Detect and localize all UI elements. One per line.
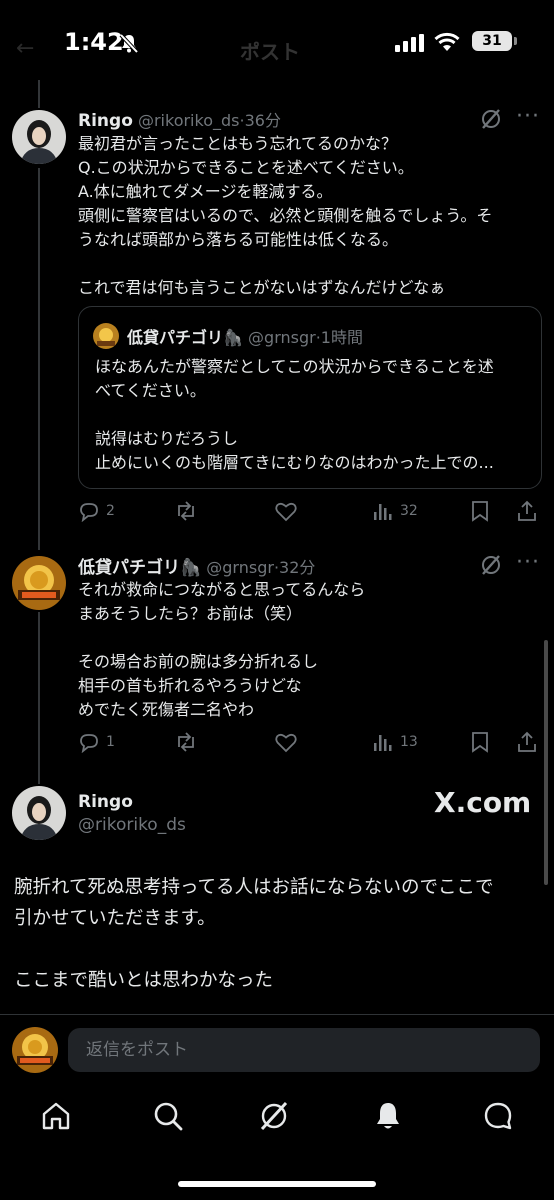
post-time: 32分 [279,558,316,577]
reply-icon [80,734,98,753]
like-button[interactable] [274,731,298,753]
author-name[interactable]: Ringo [78,111,133,131]
status-time: 1:42 [64,28,124,56]
quote-author-name: 低貸パチゴリ🦍 [127,328,243,347]
repost-button[interactable] [174,500,198,522]
share-button[interactable] [516,731,538,753]
messages-icon[interactable] [482,1100,514,1136]
share-button[interactable] [516,500,538,522]
analytics-icon [374,504,392,520]
repost-button[interactable] [174,731,198,753]
views-button[interactable]: 32 [372,500,418,522]
divider [0,1014,554,1015]
quote-text: ほなあんたが警察だとしてこの状況からできることを述 べてください。 説得はむりだ… [95,357,494,472]
search-icon[interactable] [152,1100,184,1136]
views-button[interactable]: 13 [372,731,418,753]
view-count: 13 [400,734,418,750]
grok-nav-icon[interactable] [258,1100,290,1136]
thread-line-top [38,80,40,108]
author-handle[interactable]: @rikoriko_ds [78,815,186,835]
scrollbar[interactable] [544,640,548,885]
repost-icon [178,501,194,521]
heart-icon [275,502,297,522]
post-text: 最初君が言ったことはもう忘れてるのかな？ Q.この状況からできることを述べてくだ… [78,134,493,297]
heart-icon [275,733,297,753]
quote-time: 1時間 [320,328,363,347]
battery-indicator: 31 [472,31,512,51]
post-text: それが救命につながると思ってるんなら まあそうしたら？お前は（笑） その場合お前… [78,580,366,719]
thread-line [38,612,40,784]
cellular-signal-icon [395,34,425,56]
share-icon [518,731,536,752]
share-icon [518,500,536,521]
avatar[interactable] [12,786,66,840]
more-options-icon[interactable]: ··· [516,104,540,129]
notifications-icon[interactable] [372,1100,404,1136]
reply-button[interactable]: 1 [78,731,115,753]
bookmark-button[interactable] [470,731,490,753]
more-options-icon[interactable]: ··· [516,550,540,575]
repost-icon [178,732,194,752]
quote-tweet[interactable]: 低貸パチゴリ🦍 @grnsgr·1時間 ほなあんたが警察だとしてこの状況からでき… [78,306,542,489]
wifi-icon [434,32,460,56]
silent-mode-icon [118,32,140,58]
author-name[interactable]: 低貸パチゴリ🦍 [78,558,201,578]
avatar[interactable] [12,110,66,164]
author-handle[interactable]: @grnsgr [206,558,274,577]
reply-icon [80,503,98,522]
thread-line [38,168,40,550]
home-icon[interactable] [40,1100,72,1136]
home-indicator [178,1181,376,1187]
main-post-text: 腕折れて死ぬ思考持ってる人はお話にならないのでここで 引かせていただきます。 こ… [14,877,494,991]
reply-count: 1 [106,734,115,750]
post-header: Ringo @rikoriko_ds·36分 [78,107,281,131]
bookmark-button[interactable] [470,500,490,522]
battery-cap [514,37,517,45]
author-name[interactable]: Ringo [78,792,133,812]
bookmark-icon [472,501,488,522]
quote-header: 低貸パチゴリ🦍 @grnsgr·1時間 [127,324,363,348]
reply-button[interactable]: 2 [78,500,115,522]
reply-input[interactable]: 返信をポスト [68,1028,540,1072]
my-avatar [12,1027,58,1073]
grok-icon[interactable] [480,554,502,576]
analytics-icon [374,735,392,751]
post-time: 36分 [244,111,281,130]
post-header: 低貸パチゴリ🦍 @grnsgr·32分 [78,553,315,578]
xcom-watermark: X.com [434,786,532,819]
reply-count: 2 [106,503,115,519]
avatar[interactable] [12,556,66,610]
quote-author-handle: @grnsgr [248,328,316,347]
bookmark-icon [472,732,488,753]
like-button[interactable] [274,500,298,522]
back-arrow-icon[interactable]: ← [16,36,34,61]
header-title: ポスト [240,40,300,64]
view-count: 32 [400,503,418,519]
grok-icon[interactable] [480,108,502,130]
author-handle[interactable]: @rikoriko_ds [138,111,240,130]
quote-avatar [93,323,119,349]
